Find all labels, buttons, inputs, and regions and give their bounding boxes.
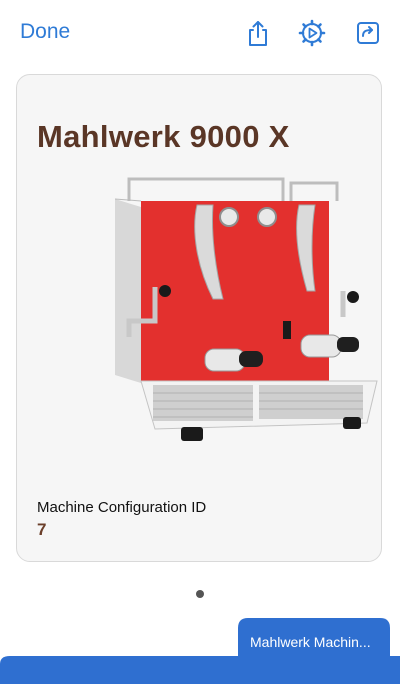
config-id-label: Machine Configuration ID <box>37 499 207 516</box>
done-button[interactable]: Done <box>20 20 70 44</box>
page-indicator-dot <box>196 590 204 598</box>
external-link-icon[interactable] <box>354 19 382 47</box>
gear-play-icon[interactable] <box>298 19 326 47</box>
espresso-machine-image <box>114 177 378 441</box>
machine-title: Mahlwerk 9000 X <box>37 119 290 154</box>
top-toolbar: Done <box>0 0 400 64</box>
share-icon[interactable] <box>244 19 272 47</box>
config-id-value: 7 <box>37 520 47 539</box>
bottom-tab-label[interactable]: Mahlwerk Machin... <box>250 634 386 650</box>
machine-card[interactable]: Mahlwerk 9000 X Machine Configuration ID… <box>16 74 382 562</box>
